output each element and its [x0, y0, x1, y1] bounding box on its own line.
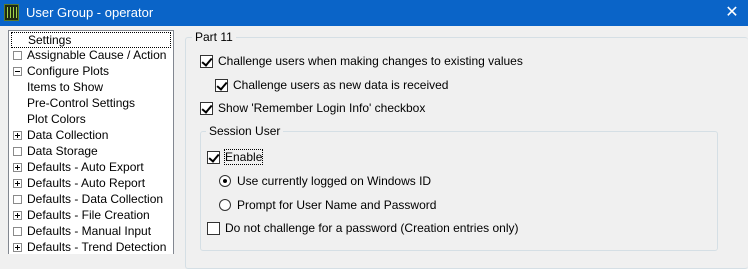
title-bar: User Group - operator ✕: [0, 0, 748, 26]
app-icon: [4, 4, 19, 21]
tree-item[interactable]: Data Collection: [9, 127, 173, 143]
tree-item-label: Configure Plots: [27, 64, 110, 78]
challenge-changes-label: Challenge users when making changes to e…: [218, 54, 523, 68]
tree-item[interactable]: Defaults - File Creation: [9, 207, 173, 223]
session-user-legend: Session User: [206, 124, 284, 138]
window-title: User Group - operator: [26, 5, 154, 20]
tree-item[interactable]: Pre-Control Settings: [9, 95, 173, 111]
close-button[interactable]: ✕: [716, 0, 748, 26]
radio-button[interactable]: [219, 175, 231, 187]
tree-item[interactable]: Defaults - Auto Report: [9, 175, 173, 191]
tree-item-label: Items to Show: [27, 80, 104, 94]
settings-tree[interactable]: Settings Assignable Cause / Action Config…: [8, 30, 174, 254]
leaf-box-icon: [13, 227, 22, 236]
tree-item-label: Plot Colors: [27, 112, 86, 126]
leaf-box-icon: [13, 147, 22, 156]
checkbox-box[interactable]: [200, 102, 213, 115]
tree-item-label: Defaults - Data Collection: [27, 192, 164, 206]
tree-item-label: Data Collection: [27, 128, 109, 142]
tree-item-label: Defaults - Auto Export: [27, 160, 144, 174]
radio-button[interactable]: [219, 199, 231, 211]
expand-icon[interactable]: [13, 243, 22, 252]
checkbox-box[interactable]: [207, 151, 220, 164]
tree-item-label: Defaults - Trend Detection: [27, 240, 167, 254]
tree-item[interactable]: Defaults - Data Collection: [9, 191, 173, 207]
checkbox-box[interactable]: [207, 222, 220, 235]
tree-item[interactable]: Defaults - Trend Detection: [9, 239, 173, 254]
tree-item-label: Defaults - Auto Report: [27, 176, 146, 190]
tree-root-settings[interactable]: Settings: [9, 31, 173, 48]
leaf-box-icon: [13, 51, 22, 60]
tree-root-label: Settings: [11, 32, 171, 48]
use-windows-id-label: Use currently logged on Windows ID: [237, 174, 432, 188]
prompt-credentials-label: Prompt for User Name and Password: [237, 198, 437, 212]
tree-item-label: Pre-Control Settings: [27, 96, 136, 110]
tree-item[interactable]: Plot Colors: [9, 111, 173, 127]
tree-item-label: Defaults - File Creation: [27, 208, 150, 222]
close-icon: ✕: [725, 4, 739, 21]
expand-icon[interactable]: [13, 131, 22, 140]
expand-icon[interactable]: [13, 211, 22, 220]
expand-icon[interactable]: [13, 163, 22, 172]
checkbox-box[interactable]: [200, 55, 213, 68]
tree-item-label: Data Storage: [27, 144, 98, 158]
tree-item[interactable]: Assignable Cause / Action: [9, 47, 173, 63]
tree-item[interactable]: Items to Show: [9, 79, 173, 95]
enable-label: Enable: [223, 149, 264, 165]
part11-legend: Part 11: [192, 30, 236, 44]
leaf-box-icon: [13, 195, 22, 204]
tree-item[interactable]: Data Storage: [9, 143, 173, 159]
tree-item[interactable]: Configure Plots: [9, 63, 173, 79]
tree-item[interactable]: Defaults - Manual Input: [9, 223, 173, 239]
checkbox-box[interactable]: [215, 79, 228, 92]
tree-item-label: Assignable Cause / Action: [27, 48, 167, 62]
tree-item[interactable]: Defaults - Auto Export: [9, 159, 173, 175]
expand-icon[interactable]: [13, 179, 22, 188]
collapse-icon[interactable]: [13, 67, 22, 76]
remember-login-label: Show 'Remember Login Info' checkbox: [218, 101, 426, 115]
tree-item-label: Defaults - Manual Input: [27, 224, 152, 238]
no-challenge-creation-label: Do not challenge for a password (Creatio…: [225, 221, 519, 235]
challenge-new-data-label: Challenge users as new data is received: [233, 78, 449, 92]
